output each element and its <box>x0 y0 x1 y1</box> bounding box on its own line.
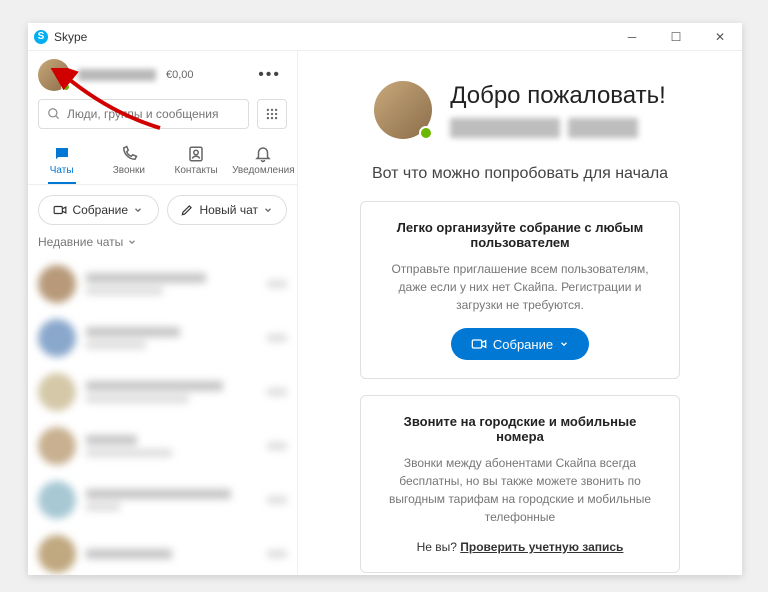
contacts-icon <box>187 145 205 163</box>
card-title: Легко организуйте собрание с любым польз… <box>383 220 657 250</box>
bell-icon <box>254 145 272 163</box>
new-chat-button[interactable]: Новый чат <box>167 195 288 225</box>
search-input[interactable] <box>67 107 240 121</box>
card-body: Отправьте приглашение всем пользователям… <box>383 260 657 314</box>
maximize-button[interactable]: ☐ <box>654 23 698 51</box>
card-title: Звоните на городские и мобильные номера <box>383 414 657 444</box>
welcome-user-name <box>450 118 666 138</box>
card-body: Звонки между абонентами Скайпа всегда бе… <box>383 454 657 526</box>
compose-icon <box>180 203 194 217</box>
calls-card: Звоните на городские и мобильные номера … <box>360 395 680 573</box>
search-icon <box>47 107 61 121</box>
video-icon <box>471 336 487 352</box>
video-icon <box>53 203 67 217</box>
welcome-avatar <box>374 81 432 139</box>
user-name <box>78 69 156 81</box>
chat-item[interactable] <box>28 419 297 473</box>
window-title: Skype <box>54 30 87 44</box>
chat-item[interactable] <box>28 311 297 365</box>
sidebar: €0,00 ••• Чаты Зв <box>28 51 298 575</box>
dialpad-icon <box>265 107 279 121</box>
check-account-link[interactable]: Проверить учетную запись <box>460 540 623 554</box>
presence-dot-icon <box>419 126 433 140</box>
chat-item[interactable] <box>28 473 297 527</box>
chevron-down-icon <box>127 237 137 247</box>
minimize-button[interactable]: ─ <box>610 23 654 51</box>
skype-logo-icon: S <box>34 30 48 44</box>
chat-item[interactable] <box>28 527 297 575</box>
credit-balance[interactable]: €0,00 <box>166 69 194 81</box>
presence-dot-icon <box>61 82 71 92</box>
titlebar: S Skype ─ ☐ ✕ <box>28 23 742 51</box>
tab-contacts[interactable]: Контакты <box>164 139 228 184</box>
phone-icon <box>120 145 138 163</box>
chevron-down-icon <box>263 205 273 215</box>
welcome-title: Добро пожаловать! <box>450 82 666 110</box>
search-box[interactable] <box>38 99 249 129</box>
profile-row: €0,00 ••• <box>28 51 297 99</box>
tab-calls[interactable]: Звонки <box>97 139 161 184</box>
chat-item[interactable] <box>28 257 297 311</box>
meeting-button[interactable]: Собрание <box>38 195 159 225</box>
skype-window: S Skype ─ ☐ ✕ €0,00 ••• <box>28 23 742 575</box>
nav-tabs: Чаты Звонки Контакты Уведомления <box>28 137 297 185</box>
chevron-down-icon <box>133 205 143 215</box>
chat-icon <box>53 145 71 163</box>
close-button[interactable]: ✕ <box>698 23 742 51</box>
recent-chat-list <box>28 257 297 575</box>
main-pane: Добро пожаловать! Вот что можно попробов… <box>298 51 742 575</box>
meeting-card: Легко организуйте собрание с любым польз… <box>360 201 680 379</box>
create-meeting-button[interactable]: Собрание <box>451 328 589 360</box>
chat-item[interactable] <box>28 365 297 419</box>
chevron-down-icon <box>559 339 569 349</box>
dialpad-button[interactable] <box>257 99 287 129</box>
recent-chats-header[interactable]: Недавние чаты <box>28 235 297 257</box>
user-avatar[interactable] <box>38 59 70 91</box>
tab-notifications[interactable]: Уведомления <box>231 139 295 184</box>
welcome-subheading: Вот что можно попробовать для начала <box>322 165 718 183</box>
tab-chats[interactable]: Чаты <box>30 139 94 184</box>
more-menu-button[interactable]: ••• <box>252 66 287 84</box>
not-you-row: Не вы? Проверить учетную запись <box>383 540 657 554</box>
